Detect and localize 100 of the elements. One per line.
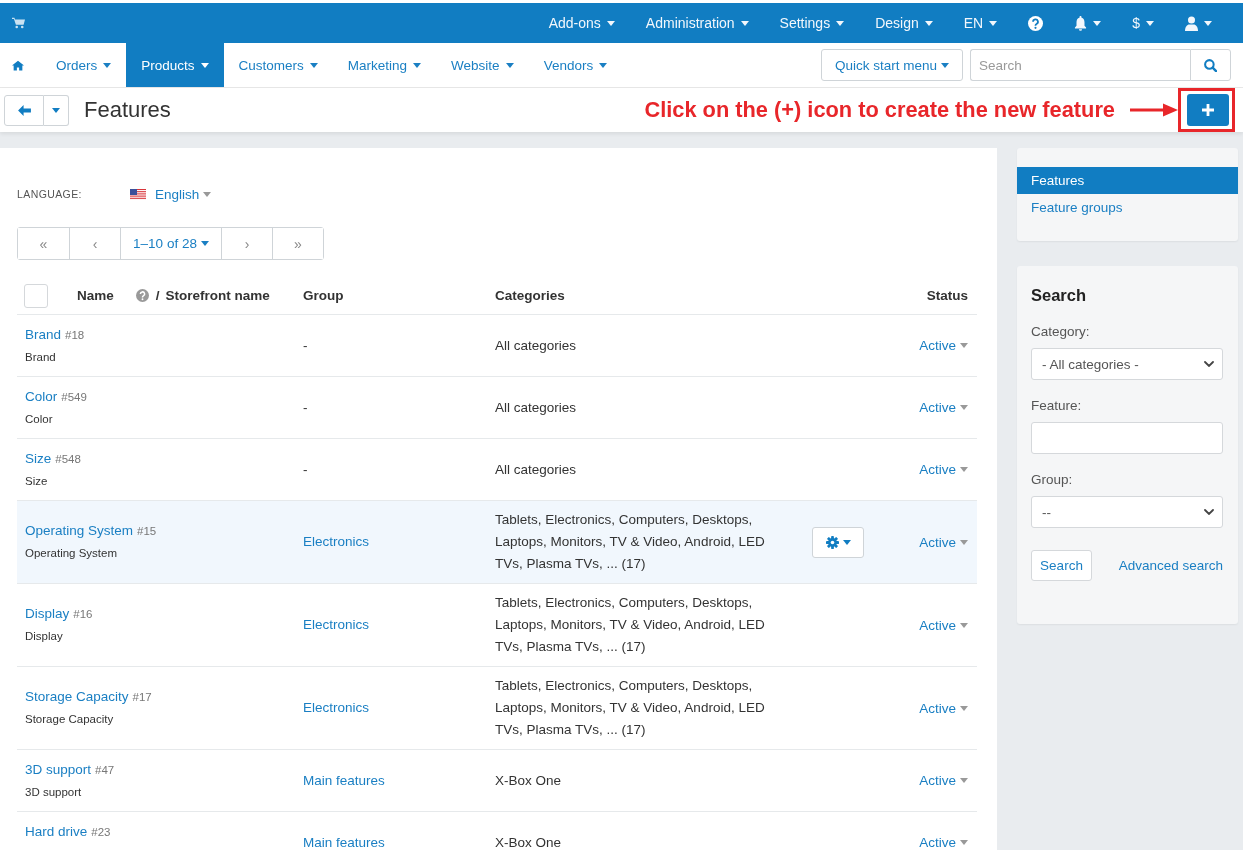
- group-link[interactable]: Electronics: [303, 534, 370, 549]
- storefront-name: Size: [25, 473, 49, 489]
- caret-icon: [960, 778, 968, 783]
- add-button[interactable]: [1187, 94, 1229, 126]
- storefront-name: Color: [25, 411, 54, 427]
- field-label: Feature:: [1031, 398, 1083, 414]
- caret-icon: [52, 107, 60, 113]
- caret-icon: [200, 62, 209, 68]
- search-button[interactable]: [1190, 49, 1231, 81]
- select-all-checkbox[interactable]: [24, 283, 48, 308]
- user-icon: [1185, 15, 1198, 31]
- cart-icon: [12, 17, 25, 29]
- help-icon: [135, 289, 149, 302]
- feature-name-link[interactable]: Operating System: [25, 520, 134, 542]
- sidebar-link[interactable]: Features: [1017, 167, 1238, 194]
- caret-icon: [960, 343, 968, 348]
- column-header: Storefront name: [165, 288, 270, 303]
- feature-name-link[interactable]: Brand: [25, 323, 62, 346]
- language-dropdown[interactable]: English: [155, 186, 212, 202]
- top-menu-item[interactable]: Settings: [763, 3, 860, 43]
- categories-text: All categories: [495, 336, 578, 355]
- status-dropdown[interactable]: Active: [919, 617, 968, 633]
- field-label: Group:: [1031, 472, 1074, 488]
- status-dropdown[interactable]: Active: [919, 338, 968, 353]
- group-link[interactable]: Main features: [303, 834, 385, 850]
- gear-icon: [825, 535, 839, 549]
- feature-name-link[interactable]: Color: [25, 385, 58, 408]
- caret-icon: [309, 62, 318, 68]
- quick-start-menu-button[interactable]: Quick start menu: [821, 49, 963, 81]
- caret-icon: [203, 191, 212, 197]
- categories-text: X-Box One: [495, 771, 563, 790]
- advanced-search-link[interactable]: Advanced search: [1118, 558, 1223, 573]
- annotation-text: Click on the (+) icon to create the new feature: [644, 97, 1115, 123]
- storefront-name: Operating System: [25, 546, 119, 561]
- status-dropdown[interactable]: Active: [919, 400, 968, 415]
- flag-icon: [130, 188, 146, 200]
- group-link[interactable]: Electronics: [303, 700, 370, 715]
- status-dropdown[interactable]: Active: [919, 462, 968, 477]
- select-field[interactable]: --: [1031, 496, 1223, 528]
- nav-tab[interactable]: Vendors: [528, 43, 623, 87]
- page-arrow-button[interactable]: »: [272, 228, 323, 259]
- caret-icon: [924, 20, 933, 26]
- caret-icon: [505, 62, 514, 68]
- search-icon: [1204, 58, 1217, 72]
- back-button[interactable]: [4, 94, 44, 126]
- feature-name-link[interactable]: Hard drive: [25, 820, 88, 843]
- group-link[interactable]: Main features: [303, 772, 385, 788]
- page-title: Features: [84, 97, 171, 123]
- feature-id: #17: [132, 690, 152, 705]
- feature-name-link[interactable]: Size: [25, 447, 52, 470]
- nav-tab[interactable]: Products: [126, 43, 224, 87]
- status-dropdown[interactable]: Active: [919, 700, 968, 716]
- feature-id: #47: [95, 762, 115, 778]
- feature-id: #548: [55, 451, 81, 467]
- feature-id: #549: [61, 389, 87, 405]
- back-arrow-icon: [17, 104, 31, 116]
- caret-icon: [842, 539, 851, 545]
- nav-tab[interactable]: Marketing: [332, 43, 437, 87]
- field-label: Category:: [1031, 324, 1091, 340]
- input-field[interactable]: [1031, 422, 1223, 454]
- bell-icon: [1074, 15, 1088, 31]
- caret-icon: [1093, 20, 1102, 26]
- storefront-name: Brand: [25, 349, 57, 365]
- caret-icon: [989, 20, 998, 26]
- column-header: Name: [77, 288, 114, 303]
- search-panel-title: Search: [1031, 286, 1088, 304]
- more-dropdown-button[interactable]: [44, 94, 69, 126]
- caret-icon: [960, 467, 968, 472]
- caret-icon: [960, 405, 968, 410]
- caret-icon: [941, 62, 949, 68]
- status-dropdown[interactable]: Active: [919, 835, 968, 850]
- settings-dropdown-button[interactable]: [812, 526, 864, 558]
- caret-icon: [836, 20, 845, 26]
- home-icon: [12, 59, 24, 71]
- feature-name-link[interactable]: 3D support: [25, 758, 92, 781]
- column-header: Status: [926, 288, 968, 303]
- caret-icon: [960, 840, 968, 845]
- nav-tab[interactable]: Orders: [41, 43, 127, 87]
- nav-tab[interactable]: Customers: [223, 43, 333, 87]
- feature-name-link[interactable]: Storage Capacity: [25, 686, 129, 708]
- caret-icon: [960, 622, 968, 628]
- top-menu-item[interactable]: Administration: [629, 3, 764, 43]
- caret-icon: [960, 539, 968, 545]
- caret-icon: [1204, 20, 1212, 26]
- nav-tab[interactable]: Website: [436, 43, 529, 87]
- search-field[interactable]: Search: [970, 49, 1190, 81]
- select-field[interactable]: - All categories -: [1031, 348, 1223, 380]
- feature-id: #18: [65, 327, 85, 343]
- search-submit-button[interactable]: Search: [1031, 550, 1092, 581]
- top-menu-item[interactable]: Add-ons: [532, 3, 630, 43]
- sidebar-link[interactable]: Feature groups: [1017, 194, 1238, 221]
- group-link[interactable]: Electronics: [303, 617, 370, 632]
- status-dropdown[interactable]: Active: [919, 534, 968, 550]
- top-menu-item[interactable]: $: [1116, 3, 1169, 43]
- group-text: -: [303, 337, 308, 353]
- feature-name-link[interactable]: Display: [25, 603, 70, 625]
- help-icon: [1028, 15, 1044, 31]
- top-menu-item[interactable]: EN: [947, 3, 1013, 43]
- top-menu-item[interactable]: Design: [859, 3, 948, 43]
- status-dropdown[interactable]: Active: [919, 773, 968, 788]
